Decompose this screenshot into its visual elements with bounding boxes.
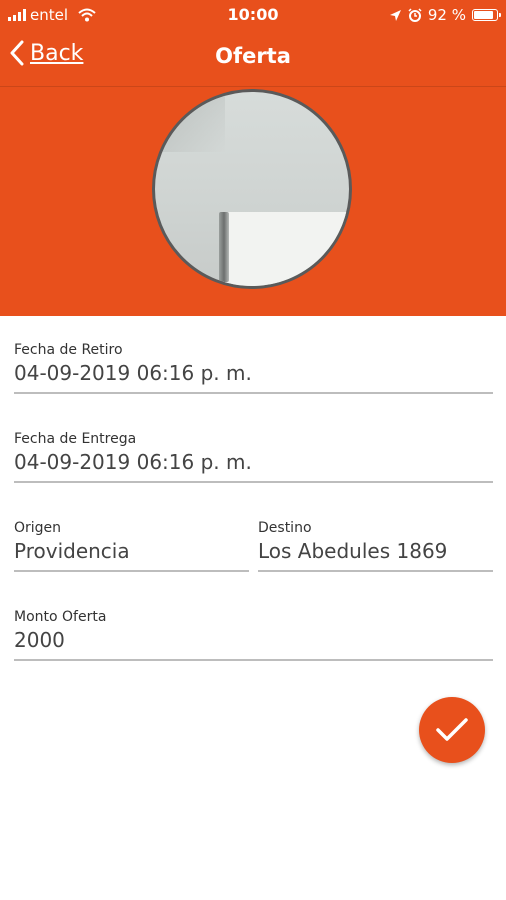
photo-shadow — [155, 92, 225, 152]
destino-value: Los Abedules 1869 — [258, 539, 448, 563]
fecha-retiro-value: 04-09-2019 06:16 p. m. — [14, 361, 252, 385]
page-title: Oferta — [215, 44, 291, 68]
battery-percent: 92 % — [427, 6, 466, 24]
nav-bar: Back Oferta — [0, 30, 506, 87]
checkmark-icon — [436, 718, 468, 741]
fecha-retiro-label: Fecha de Retiro — [14, 342, 123, 358]
fecha-retiro-field[interactable]: Fecha de Retiro 04-09-2019 06:16 p. m. — [14, 342, 493, 394]
monto-oferta-value: 2000 — [14, 628, 65, 652]
location-arrow-icon — [389, 9, 401, 21]
confirm-button[interactable] — [419, 697, 485, 763]
battery-icon — [472, 9, 501, 21]
fecha-entrega-label: Fecha de Entrega — [14, 431, 137, 447]
origen-value: Providencia — [14, 539, 130, 563]
alarm-icon — [408, 8, 422, 22]
origen-field[interactable]: Origen Providencia — [14, 520, 249, 572]
status-right: 92 % — [389, 6, 501, 24]
origen-label: Origen — [14, 520, 62, 536]
offer-photo — [152, 89, 352, 289]
monto-oferta-label: Monto Oferta — [14, 609, 107, 625]
destino-field[interactable]: Destino Los Abedules 1869 — [258, 520, 493, 572]
fecha-entrega-field[interactable]: Fecha de Entrega 04-09-2019 06:16 p. m. — [14, 431, 493, 483]
photo-object — [223, 212, 349, 286]
monto-oferta-field[interactable]: Monto Oferta 2000 — [14, 609, 493, 661]
photo-object-edge — [219, 212, 229, 282]
destino-label: Destino — [258, 520, 312, 536]
status-bar: entel 10:00 92 % — [0, 0, 506, 30]
fecha-entrega-value: 04-09-2019 06:16 p. m. — [14, 450, 252, 474]
